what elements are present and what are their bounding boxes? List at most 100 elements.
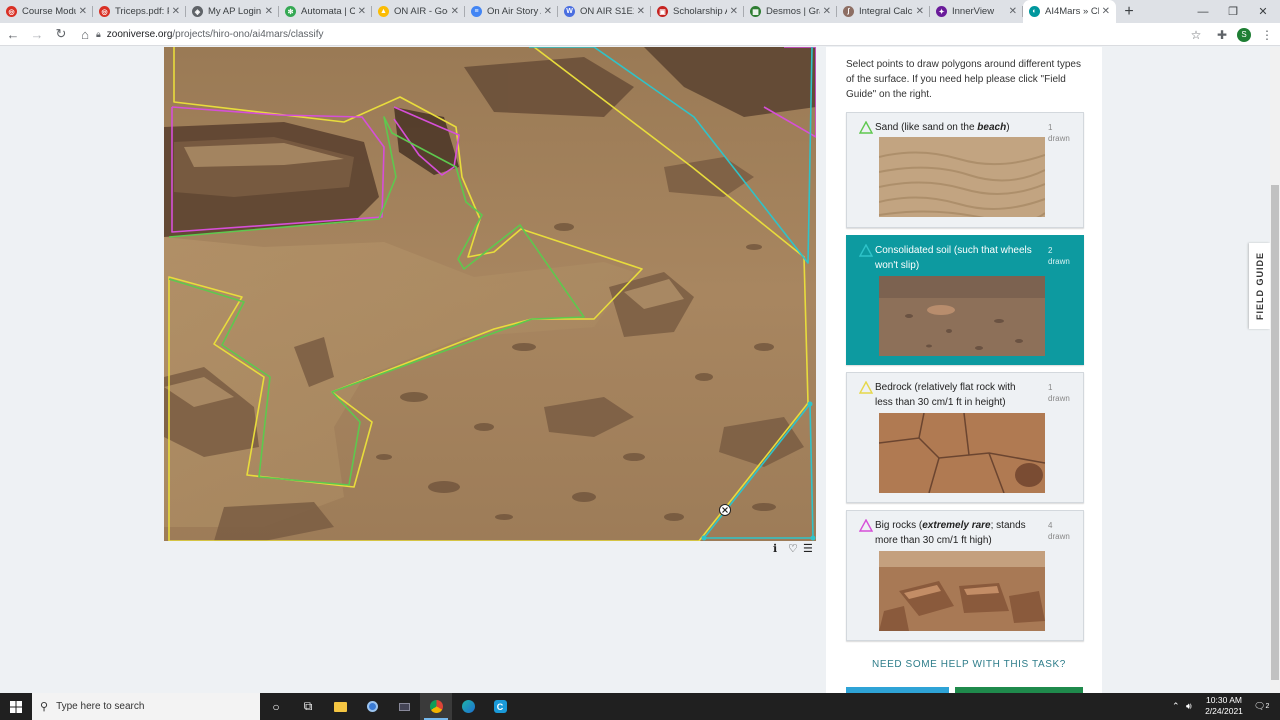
tab-close-icon[interactable]: ✕ <box>79 6 87 17</box>
collections-list-icon[interactable]: ☰ <box>803 542 813 555</box>
tool-label: Sand (like sand on the beach) <box>875 122 1010 133</box>
tab-title: AI4Mars » Cla <box>1045 6 1099 17</box>
browser-toolbar: ← → ↻ ⌂ 🔒︎ zooniverse.org/projects/hiro-… <box>0 23 1280 46</box>
browser-tab[interactable]: ◎ Triceps.pdf: Ph✕ <box>93 0 186 23</box>
search-icon: ⚲ <box>40 701 49 713</box>
tab-favicon-icon: ◈ <box>192 6 203 17</box>
tab-close-icon[interactable]: ✕ <box>916 6 924 17</box>
mars-terrain-image[interactable] <box>164 47 816 541</box>
tab-close-icon[interactable]: ✕ <box>172 6 180 17</box>
browser-menu-icon[interactable]: ⋮ <box>1256 23 1278 46</box>
info-icon[interactable]: ℹ <box>773 542 777 555</box>
tab-close-icon[interactable]: ✕ <box>637 6 645 17</box>
subject-image[interactable] <box>164 47 816 541</box>
browser-tab[interactable]: ◈ My AP Login - ✕ <box>186 0 279 23</box>
tab-close-icon[interactable]: ✕ <box>1009 6 1017 17</box>
url-path: /projects/hiro-ono/ai4mars/classify <box>172 29 324 40</box>
app-c-icon[interactable]: C <box>484 693 516 720</box>
sand-example-image <box>879 137 1045 217</box>
tool-bedrock[interactable]: Bedrock (relatively flat rock with less … <box>846 372 1084 503</box>
favorite-heart-icon[interactable]: ♡ <box>788 542 798 555</box>
tab-title: Desmos | Grap <box>766 6 820 17</box>
tab-favicon-icon: ◎ <box>99 6 110 17</box>
triangle-tool-icon <box>859 244 873 257</box>
lock-icon: 🔒︎ <box>96 29 101 39</box>
tool-sand[interactable]: Sand (like sand on the beach) 1 drawn <box>846 112 1084 228</box>
big-rocks-example-image <box>879 551 1045 631</box>
tab-favicon-icon: ◐ <box>1029 6 1040 17</box>
triangle-tool-icon <box>859 121 873 134</box>
task-instructions: Select points to draw polygons around di… <box>846 59 1081 100</box>
tab-favicon-icon: ▣ <box>657 6 668 17</box>
edge-icon[interactable] <box>452 693 484 720</box>
tab-title: Automata | Ce <box>301 6 355 17</box>
tab-favicon-icon: ∫ <box>843 6 854 17</box>
back-icon[interactable]: ← <box>2 23 24 45</box>
tab-favicon-icon: ▲ <box>378 6 389 17</box>
tab-favicon-icon: ≡ <box>471 6 482 17</box>
close-window-icon[interactable]: ✕ <box>1248 0 1278 23</box>
tab-close-icon[interactable]: ✕ <box>451 6 459 17</box>
file-explorer-icon[interactable] <box>324 693 356 720</box>
url-host: zooniverse.org <box>106 29 173 40</box>
app-icon[interactable] <box>388 693 420 720</box>
bedrock-example-image <box>879 413 1045 493</box>
bookmark-star-icon[interactable]: ☆ <box>1185 23 1207 46</box>
tray-chevron-icon[interactable]: ⌃ <box>1172 693 1180 720</box>
tab-close-icon[interactable]: ✕ <box>823 6 831 17</box>
volume-icon[interactable]: 🔊︎ <box>1186 693 1192 720</box>
tab-close-icon[interactable]: ✕ <box>1102 6 1110 17</box>
tool-count: 1 drawn <box>1048 383 1070 403</box>
chrome-icon[interactable] <box>420 693 452 720</box>
minimize-icon[interactable]: — <box>1188 0 1218 23</box>
home-icon[interactable]: ⌂ <box>74 23 96 45</box>
browser-tab[interactable]: ▦ Desmos | Grap✕ <box>744 0 837 23</box>
browser-tab[interactable]: ≡ On Air Story A✕ <box>465 0 558 23</box>
soil-example-image <box>879 276 1045 356</box>
browser-tab[interactable]: ◎ Course Module✕ <box>0 0 93 23</box>
windows-start-icon[interactable] <box>0 693 32 720</box>
tab-close-icon[interactable]: ✕ <box>544 6 552 17</box>
tab-favicon-icon: ✻ <box>285 6 296 17</box>
browser-tab[interactable]: ✻ Automata | Ce✕ <box>279 0 372 23</box>
webcam-app-icon[interactable] <box>356 693 388 720</box>
tab-title: InnerView <box>952 6 995 17</box>
taskbar-clock[interactable]: 10:30 AM 2/24/2021 <box>1196 695 1252 717</box>
browser-tab[interactable]: ∫ Integral Calcul✕ <box>837 0 930 23</box>
tab-close-icon[interactable]: ✕ <box>265 6 273 17</box>
cortana-icon[interactable]: ○ <box>260 693 292 720</box>
browser-tab[interactable]: ◐ AI4Mars » Cla✕ <box>1023 0 1116 23</box>
tool-big-rocks[interactable]: Big rocks (extremely rare; stands more t… <box>846 510 1084 641</box>
triangle-tool-icon <box>859 519 873 532</box>
extensions-icon[interactable]: ✚ <box>1211 23 1233 46</box>
tab-title: Triceps.pdf: Ph <box>115 6 169 17</box>
delete-point-icon[interactable] <box>719 504 731 516</box>
tab-close-icon[interactable]: ✕ <box>358 6 366 17</box>
task-view-icon[interactable]: ⧉ <box>292 693 324 720</box>
browser-tab[interactable]: ▣ Scholarship Ac✕ <box>651 0 744 23</box>
tool-consolidated-soil[interactable]: Consolidated soil (such that wheels won'… <box>846 235 1084 365</box>
profile-avatar[interactable]: S <box>1233 23 1255 46</box>
need-help-link[interactable]: NEED SOME HELP WITH THIS TASK? <box>872 659 1066 670</box>
triangle-tool-icon <box>859 381 873 394</box>
taskbar-search-box[interactable]: ⚲ Type here to search <box>32 693 260 720</box>
scrollbar-thumb[interactable] <box>1271 185 1279 680</box>
browser-tab[interactable]: W ON AIR S1E1 ✕ <box>558 0 651 23</box>
tab-title: ON AIR S1E1 <box>580 6 634 17</box>
address-bar[interactable]: 🔒︎ zooniverse.org/projects/hiro-ono/ai4m… <box>96 25 1206 44</box>
notifications-icon[interactable]: 🗨︎ 2 <box>1254 693 1269 720</box>
tab-favicon-icon: W <box>564 6 575 17</box>
new-tab-button[interactable]: + <box>1116 0 1142 23</box>
tool-label: Consolidated soil (such that wheels won'… <box>875 245 1032 271</box>
reload-icon[interactable]: ↻ <box>50 23 72 45</box>
tool-count: 1 drawn <box>1048 123 1070 143</box>
forward-icon[interactable]: → <box>26 23 48 45</box>
tab-close-icon[interactable]: ✕ <box>730 6 738 17</box>
tab-favicon-icon: ✦ <box>936 6 947 17</box>
classify-page: ℹ ♡ ☰ Select points to draw polygons aro… <box>0 47 1270 693</box>
browser-tab[interactable]: ✦ InnerView ✕ <box>930 0 1023 23</box>
tab-favicon-icon: ▦ <box>750 6 761 17</box>
field-guide-tab[interactable]: FIELD GUIDE <box>1249 243 1270 329</box>
browser-tab[interactable]: ▲ ON AIR - Goo ✕ <box>372 0 465 23</box>
restore-icon[interactable]: ❐ <box>1218 0 1248 23</box>
